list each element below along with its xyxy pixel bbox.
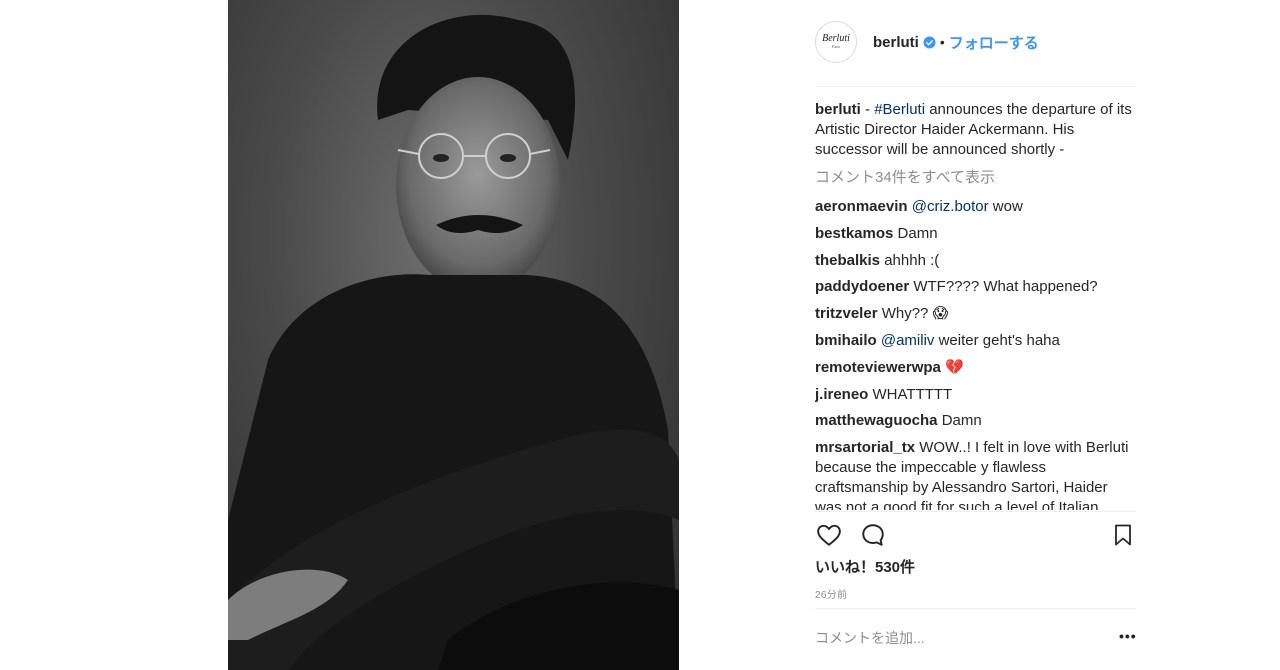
comment-item: matthewaguocha Damn <box>815 411 1135 431</box>
comment-item: mrsartorial_tx WOW..! I felt in love wit… <box>815 438 1135 510</box>
comment-username[interactable]: remoteviewerwpa <box>815 359 941 376</box>
caption-hashtag[interactable]: #Berluti <box>874 101 925 118</box>
comment-username[interactable]: bestkamos <box>815 225 893 242</box>
view-all-comments-link[interactable]: コメント34件をすべて表示 <box>815 168 1135 188</box>
comment-username[interactable]: j.ireneo <box>815 386 868 403</box>
comment-bubble-icon[interactable] <box>859 522 887 548</box>
comment-items: aeronmaevin @criz.botor wow bestkamos Dam… <box>815 197 1135 510</box>
comment-text: Damn <box>893 224 938 242</box>
comment-text: WTF???? What happened? <box>909 278 1098 296</box>
comment-item: j.ireneo WHATTTTT <box>815 385 1135 405</box>
post-username[interactable]: berluti <box>873 34 919 51</box>
bookmark-icon[interactable] <box>1111 522 1135 548</box>
comment-item: thebalkis ahhhh :( <box>815 251 1135 271</box>
heart-icon[interactable] <box>815 522 843 548</box>
comment-item: bestkamos Damn <box>815 224 1135 244</box>
comment-item: paddydoener WTF???? What happened? <box>815 277 1135 297</box>
add-comment-input[interactable]: コメントを追加... <box>815 628 925 648</box>
more-options-button[interactable]: ••• <box>1119 628 1137 644</box>
comment-text: Why?? 😱 <box>877 305 949 323</box>
comments-divider <box>815 511 1136 512</box>
caption-username[interactable]: berluti <box>815 101 861 118</box>
post-caption: berluti - #Berluti announces the departu… <box>815 100 1135 160</box>
comment-text: ahhhh :( <box>880 251 940 269</box>
comment-item: bmihailo @amiliv weiter geht's haha <box>815 331 1135 351</box>
comments-list[interactable]: berluti - #Berluti announces the departu… <box>815 100 1135 510</box>
comment-username[interactable]: tritzveler <box>815 305 878 322</box>
portrait-illustration <box>228 14 679 670</box>
comment-item: tritzveler Why?? 😱 <box>815 304 1135 324</box>
caption-dash: - <box>860 101 875 118</box>
comment-mention[interactable]: @criz.botor <box>912 198 989 215</box>
post-photo[interactable] <box>228 0 679 670</box>
comment-text: weiter geht's haha <box>934 331 1060 349</box>
comment-username[interactable]: paddydoener <box>815 278 909 295</box>
separator-dot: • <box>939 34 945 50</box>
post-timestamp[interactable]: 26分前 <box>815 586 847 601</box>
comment-username[interactable]: aeronmaevin <box>815 198 908 215</box>
footer-divider <box>815 608 1136 609</box>
avatar-brand-text: Berluti <box>822 33 850 44</box>
comment-text: WHATTTTT <box>868 385 953 403</box>
header-divider <box>815 86 1136 87</box>
comment-mention[interactable]: @amiliv <box>881 332 935 349</box>
action-bar <box>815 520 1135 550</box>
post-sidebar: Berluti Paris berluti • フォローする berluti -… <box>799 0 1136 670</box>
post-header: Berluti Paris berluti • フォローする <box>815 18 1136 66</box>
avatar-sub-text: Paris <box>832 44 840 49</box>
avatar[interactable]: Berluti Paris <box>815 21 857 63</box>
comment-username[interactable]: matthewaguocha <box>815 412 938 429</box>
follow-button[interactable]: フォローする <box>949 32 1039 53</box>
comment-text: wow <box>988 198 1023 215</box>
likes-count[interactable]: いいね！530件 <box>815 556 915 577</box>
verified-badge-icon <box>923 36 936 48</box>
comment-username[interactable]: bmihailo <box>815 332 877 349</box>
comment-item: remoteviewerwpa 💔 <box>815 358 1135 378</box>
comment-item: aeronmaevin @criz.botor wow <box>815 197 1135 217</box>
comment-username[interactable]: thebalkis <box>815 252 880 269</box>
comment-text: 💔 <box>940 358 964 376</box>
comment-text: Damn <box>937 412 982 430</box>
comment-username[interactable]: mrsartorial_tx <box>815 439 915 456</box>
